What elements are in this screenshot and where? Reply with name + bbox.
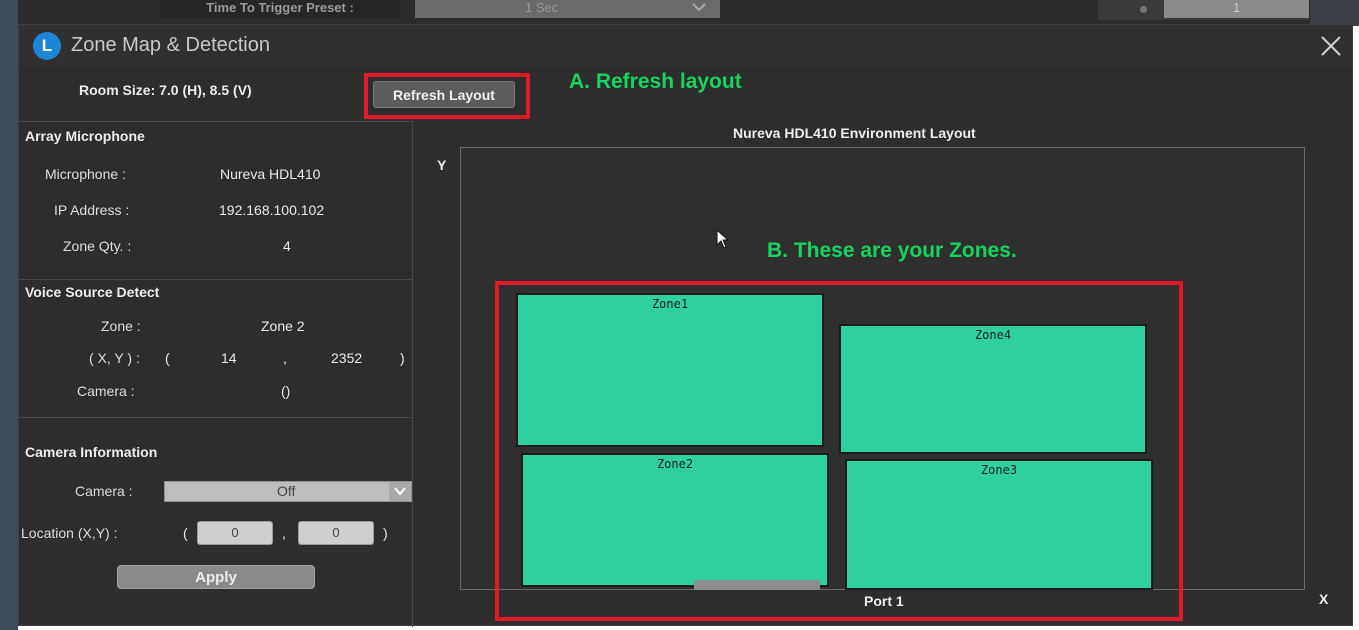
location-y-input[interactable]: 0	[298, 521, 374, 545]
annotation-refresh-text: A. Refresh layout	[569, 70, 742, 93]
array-microphone-section: Array Microphone Microphone : Nureva HDL…	[19, 121, 413, 279]
close-icon[interactable]	[1318, 33, 1344, 59]
open-paren: (	[183, 525, 188, 541]
apply-button[interactable]: Apply	[117, 565, 315, 589]
x-axis-label: X	[1319, 591, 1329, 607]
y-value: 2352	[331, 350, 363, 366]
location-label: Location (X,Y) :	[21, 525, 118, 541]
zone-qty-value: 4	[283, 238, 291, 254]
location-x-input[interactable]: 0	[197, 521, 273, 545]
radio-dot-icon[interactable]	[1140, 6, 1147, 13]
left-panel: Array Microphone Microphone : Nureva HDL…	[19, 121, 413, 627]
bg-preset-label: Time To Trigger Preset :	[160, 0, 400, 18]
room-size-text: Room Size: 7.0 (H), 8.5 (V)	[79, 82, 252, 98]
camera-select-label: Camera :	[75, 483, 133, 499]
ip-address-value: 192.168.100.102	[219, 202, 325, 218]
zone-qty-label: Zone Qty. :	[63, 238, 132, 254]
annotation-highlight-zones	[495, 281, 1183, 621]
zone-label: Zone :	[101, 318, 141, 334]
app-logo-icon: L	[33, 32, 61, 60]
camera-label: Camera :	[77, 383, 135, 399]
y-axis-label: Y	[437, 157, 447, 173]
chevron-down-icon	[692, 0, 706, 16]
open-paren: (	[165, 350, 170, 366]
microphone-value: Nureva HDL410	[220, 166, 321, 182]
comma: ,	[283, 350, 287, 366]
camera-select[interactable]: Off	[164, 481, 412, 502]
section-title: Voice Source Detect	[25, 284, 160, 300]
section-title: Array Microphone	[25, 128, 145, 144]
dialog-title: Zone Map & Detection	[71, 34, 270, 56]
comma: ,	[282, 525, 286, 541]
ip-address-label: IP Address :	[54, 202, 130, 218]
chevron-down-icon[interactable]	[389, 482, 411, 501]
section-title: Camera Information	[25, 444, 158, 460]
annotation-zones-text: B. These are your Zones.	[767, 239, 1017, 262]
camera-select-value: Off	[277, 483, 296, 499]
background-edge-right	[1310, 0, 1359, 26]
x-value: 14	[221, 350, 237, 366]
voice-source-section: Voice Source Detect Zone : Zone 2 ( X, Y…	[19, 279, 413, 417]
xy-label: ( X, Y ) :	[89, 350, 140, 366]
bg-right-value[interactable]: 1	[1164, 0, 1309, 18]
close-paren: )	[383, 525, 388, 541]
close-paren: )	[400, 350, 405, 366]
camera-value: ()	[281, 383, 291, 399]
bg-preset-select[interactable]: 1 Sec	[415, 0, 720, 18]
background-edge	[0, 0, 18, 630]
annotation-highlight-refresh	[364, 73, 530, 119]
zone-map-dialog: L Zone Map & Detection Room Size: 7.0 (H…	[18, 24, 1353, 627]
zone-value: Zone 2	[261, 318, 305, 334]
layout-title: Nureva HDL410 Environment Layout	[733, 125, 976, 141]
microphone-label: Microphone :	[45, 166, 126, 182]
bg-preset-value: 1 Sec	[525, 0, 559, 15]
bg-right-control: 1	[1098, 0, 1309, 20]
dialog-titlebar: L Zone Map & Detection	[19, 25, 1352, 67]
mouse-cursor-icon	[716, 228, 730, 254]
